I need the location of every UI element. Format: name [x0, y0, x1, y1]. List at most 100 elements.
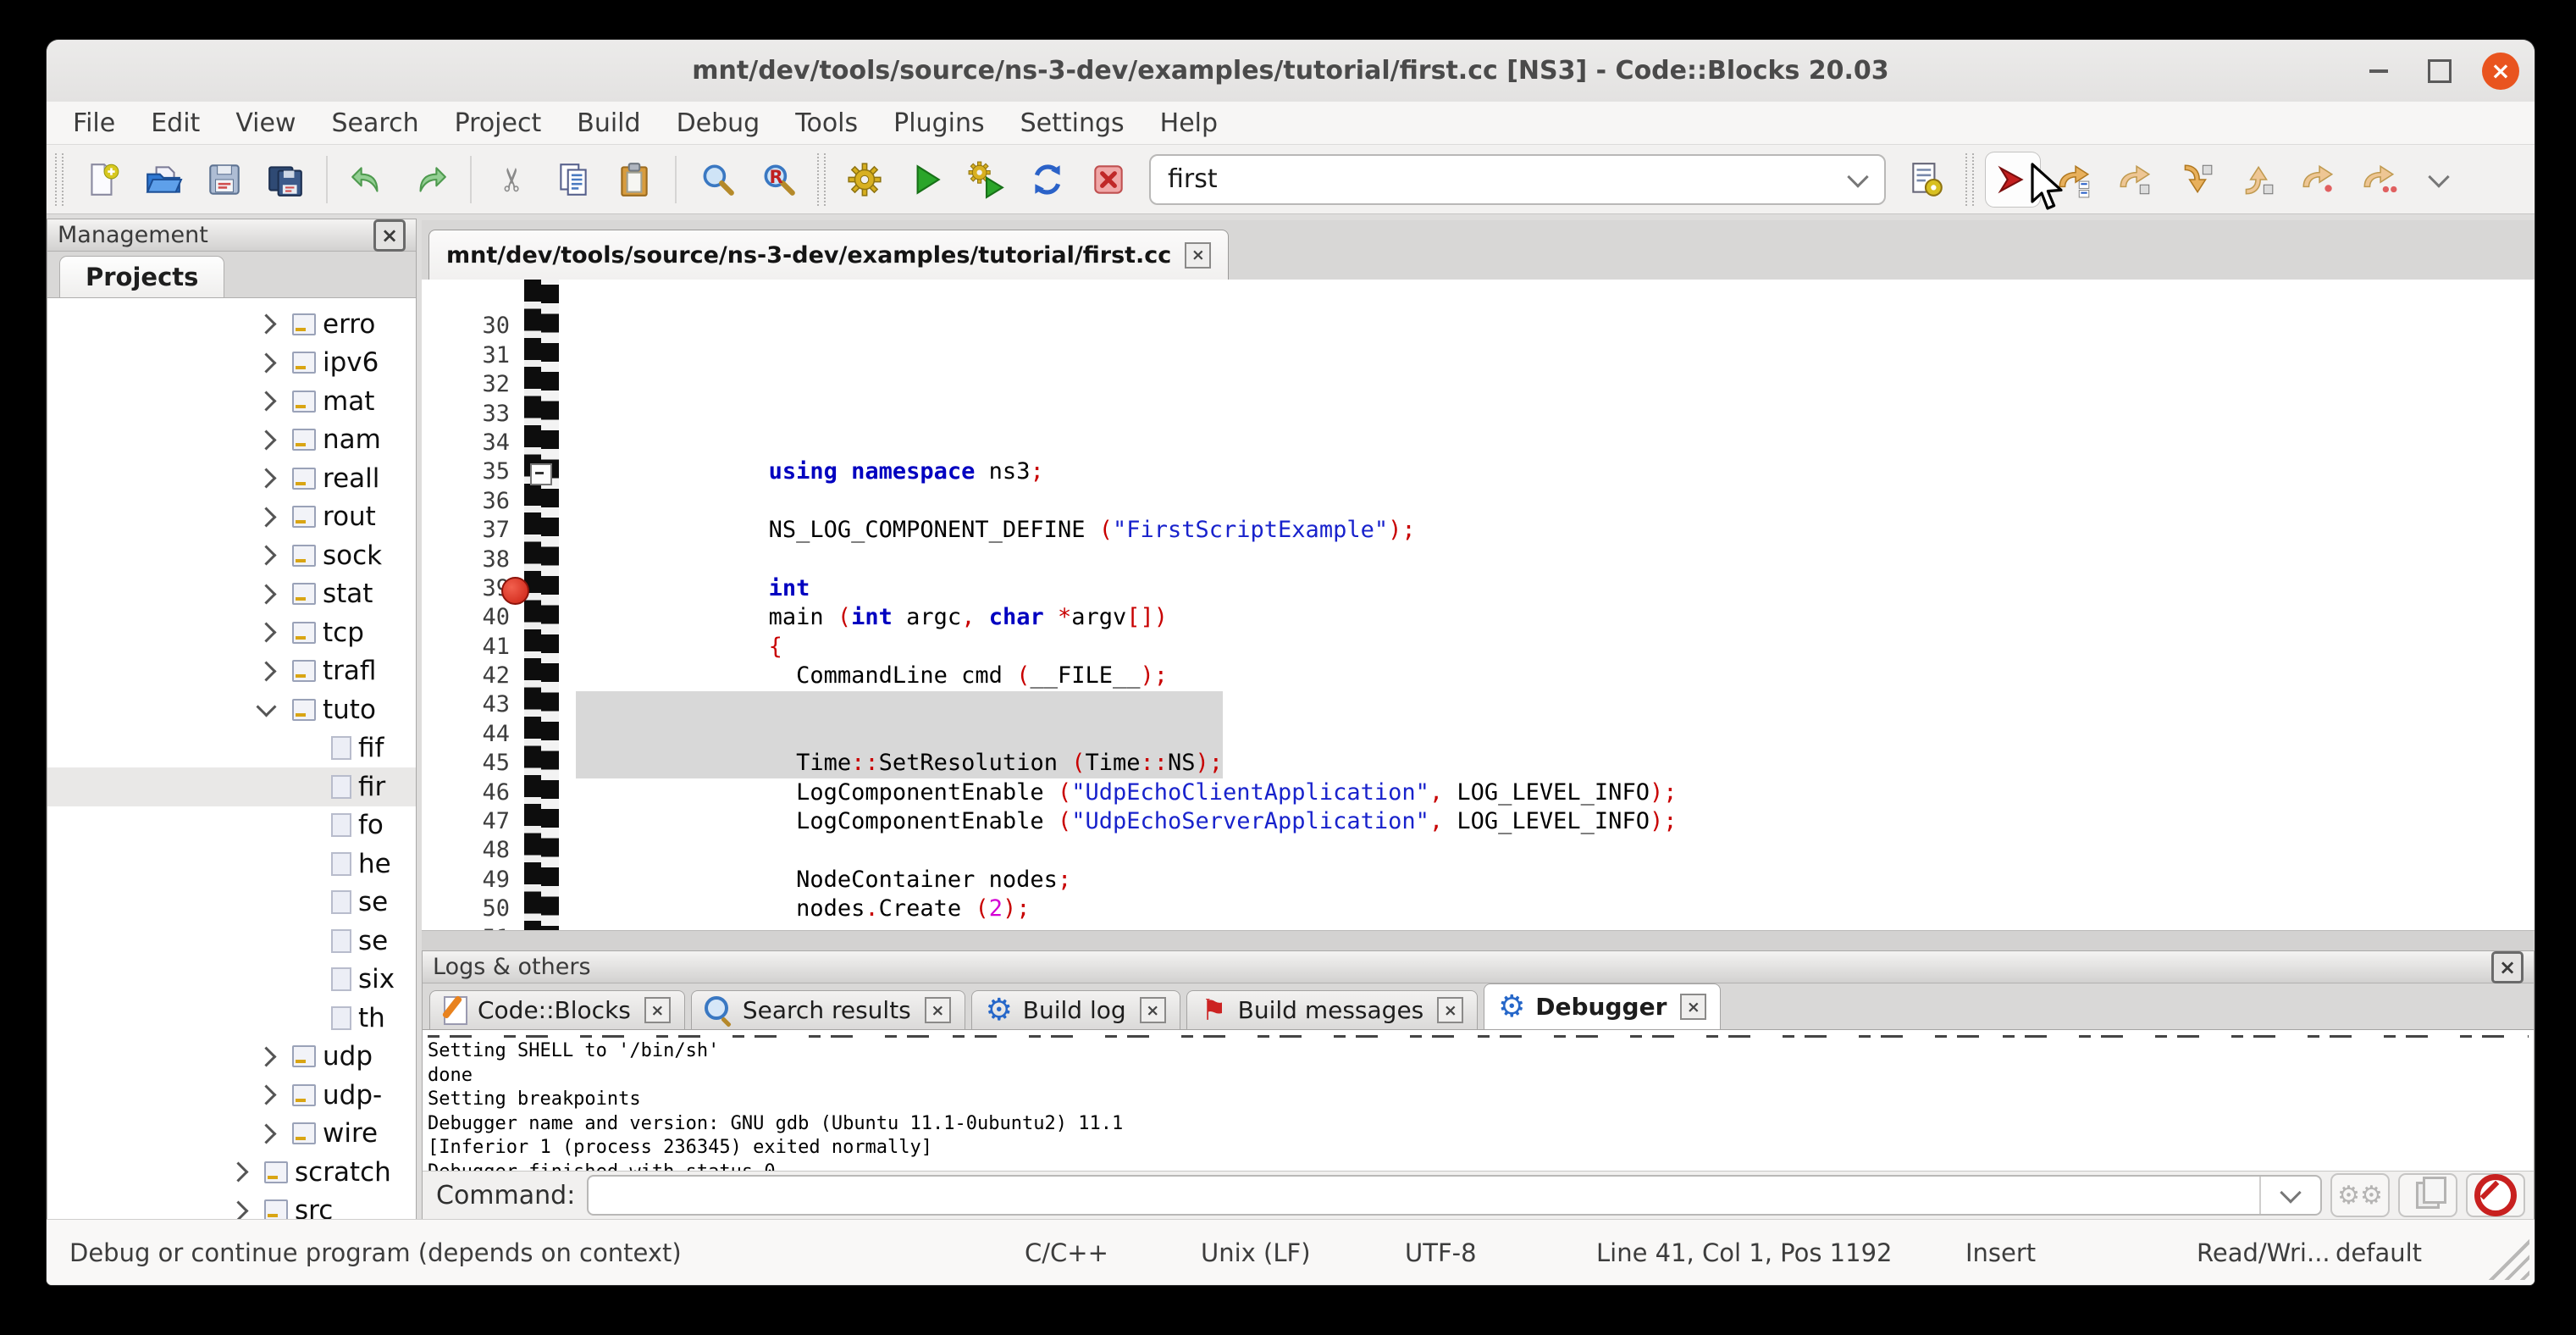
expand-chevron-icon[interactable] — [256, 314, 276, 335]
expand-chevron-icon[interactable] — [256, 584, 276, 604]
expand-chevron-icon[interactable] — [256, 468, 276, 489]
expand-chevron-icon[interactable] — [256, 1085, 276, 1105]
code-line[interactable]: 46 — [422, 749, 2535, 778]
build-button[interactable] — [837, 152, 892, 207]
maximize-button[interactable] — [2421, 53, 2458, 90]
code-line[interactable]: 38 cmd.Parse (argc, argv); — [422, 516, 2535, 545]
code-line[interactable]: 30 using namespace ns3; — [422, 283, 2535, 312]
menu-item[interactable]: Debug — [659, 108, 778, 138]
menu-item[interactable]: Plugins — [876, 108, 1002, 138]
breakpoint-icon[interactable] — [501, 577, 529, 605]
expand-chevron-icon[interactable] — [228, 1162, 248, 1183]
minimize-button[interactable] — [2360, 53, 2397, 90]
code-line[interactable]: 41 LogComponentEnable ("UdpEchoClientApp… — [422, 603, 2535, 632]
expand-chevron-icon[interactable] — [256, 661, 276, 681]
horizontal-splitter[interactable] — [422, 930, 2535, 952]
search-input[interactable] — [1166, 163, 1847, 195]
tree-item[interactable]: nam — [47, 421, 416, 460]
code-line[interactable]: 47 PointToPointHelper pointToPoint; — [422, 778, 2535, 807]
cut-button[interactable]: ✂ — [485, 152, 539, 207]
tree-item[interactable]: fo — [47, 806, 416, 845]
tree-item[interactable]: th — [47, 999, 416, 1038]
tree-item[interactable]: wire — [47, 1115, 416, 1154]
tree-item[interactable]: fir — [47, 767, 416, 806]
open-file-button[interactable] — [136, 152, 191, 207]
expand-chevron-icon[interactable] — [256, 623, 276, 643]
paste-button[interactable] — [607, 152, 661, 207]
code-line[interactable]: 33 — [422, 370, 2535, 399]
menu-item[interactable]: Build — [559, 108, 658, 138]
tree-item[interactable]: se — [47, 922, 416, 961]
toolbar-grip[interactable] — [817, 153, 826, 206]
tree-item[interactable]: tuto — [47, 690, 416, 729]
tree-item[interactable]: src — [47, 1192, 416, 1220]
tab-close-icon[interactable]: × — [1140, 997, 1166, 1023]
expand-chevron-icon[interactable] — [256, 1046, 276, 1066]
code-line[interactable]: 50 — [422, 866, 2535, 895]
menu-item[interactable]: View — [218, 108, 313, 138]
menu-item[interactable]: Settings — [1003, 108, 1142, 138]
toolbar-grip[interactable] — [55, 153, 64, 206]
rebuild-button[interactable] — [1020, 152, 1075, 207]
save-all-button[interactable] — [258, 152, 312, 207]
tab-projects[interactable]: Projects — [59, 256, 224, 297]
menu-item[interactable]: Search — [314, 108, 437, 138]
tab-close-icon[interactable]: × — [644, 997, 671, 1023]
expand-chevron-icon[interactable] — [256, 546, 276, 566]
title-bar[interactable]: mnt/dev/tools/source/ns-3-dev/examples/t… — [47, 40, 2535, 102]
tree-item[interactable]: mat — [47, 382, 416, 421]
tree-item[interactable]: reall — [47, 459, 416, 498]
toolbar-grip[interactable] — [1965, 153, 1974, 206]
copy-log-button[interactable] — [2398, 1173, 2457, 1217]
tree-item[interactable]: erro — [47, 305, 416, 344]
command-dropdown-button[interactable] — [2259, 1177, 2320, 1214]
debugger-log-output[interactable]: Setting SHELL to '/bin/sh'doneSetting br… — [423, 1029, 2534, 1171]
tab-debugger[interactable]: ⚙ Debugger × — [1484, 983, 1721, 1029]
code-line[interactable]: 32 NS_LOG_COMPONENT_DEFINE ("FirstScript… — [422, 341, 2535, 370]
code-area[interactable]: 30 using namespace ns3; 31 — [422, 280, 2535, 930]
code-line[interactable]: 36 { — [422, 457, 2535, 486]
expand-chevron-icon[interactable] — [256, 1123, 276, 1144]
code-line[interactable]: 45 nodes.Create (2); — [422, 720, 2535, 749]
new-file-button[interactable] — [75, 152, 130, 207]
menu-item[interactable]: Help — [1142, 108, 1235, 138]
tab-build-log[interactable]: ⚙ Build log × — [971, 990, 1180, 1029]
editor-tab-first-cc[interactable]: mnt/dev/tools/source/ns-3-dev/examples/t… — [428, 230, 1229, 280]
tree-item[interactable]: rout — [47, 498, 416, 537]
tree-item[interactable]: udp- — [47, 1076, 416, 1115]
code-line[interactable]: 34 int — [422, 400, 2535, 429]
code-line[interactable]: 37 CommandLine cmd (__FILE__); — [422, 487, 2535, 516]
abort-button[interactable] — [1081, 152, 1136, 207]
expand-chevron-icon[interactable] — [256, 429, 276, 450]
command-input[interactable] — [589, 1183, 2259, 1208]
code-line[interactable]: 44 NodeContainer nodes; — [422, 690, 2535, 719]
expand-chevron-icon[interactable] — [228, 1200, 248, 1219]
step-into-button[interactable] — [2169, 152, 2223, 207]
tree-item[interactable]: trafl — [47, 652, 416, 691]
tree-item[interactable]: fif — [47, 729, 416, 768]
step-out-button[interactable] — [2230, 152, 2284, 207]
run-button[interactable] — [898, 152, 953, 207]
code-line[interactable]: 49 pointToPoint.SetChannelAttribute ("De… — [422, 836, 2535, 865]
expand-chevron-icon[interactable] — [256, 352, 276, 373]
tree-item[interactable]: he — [47, 845, 416, 884]
fold-minus-icon[interactable] — [530, 463, 552, 485]
undo-button[interactable] — [341, 152, 395, 207]
tree-item[interactable]: ipv6 — [47, 344, 416, 383]
tree-item[interactable]: se — [47, 884, 416, 922]
tree-item[interactable]: six — [47, 961, 416, 1000]
management-close-button[interactable]: × — [373, 219, 406, 252]
search-dropdown-chevron-icon[interactable] — [1847, 166, 1868, 187]
incremental-search-list-button[interactable] — [1899, 152, 1954, 207]
code-line[interactable]: 42 LogComponentEnable ("UdpEchoServerApp… — [422, 633, 2535, 662]
tab-codeblocks-log[interactable]: Code::Blocks × — [429, 990, 685, 1029]
expand-chevron-icon[interactable] — [256, 507, 276, 527]
code-line[interactable]: 48 pointToPoint.SetDeviceAttribute ("Dat… — [422, 807, 2535, 836]
toolbar-overflow-chevron-icon[interactable] — [2428, 166, 2449, 187]
copy-button[interactable] — [546, 152, 600, 207]
tree-item[interactable]: scratch — [47, 1153, 416, 1192]
tree-item[interactable]: sock — [47, 536, 416, 575]
step-into-instruction-button[interactable] — [2352, 152, 2406, 207]
find-button[interactable] — [690, 152, 744, 207]
expand-chevron-icon[interactable] — [256, 697, 276, 717]
